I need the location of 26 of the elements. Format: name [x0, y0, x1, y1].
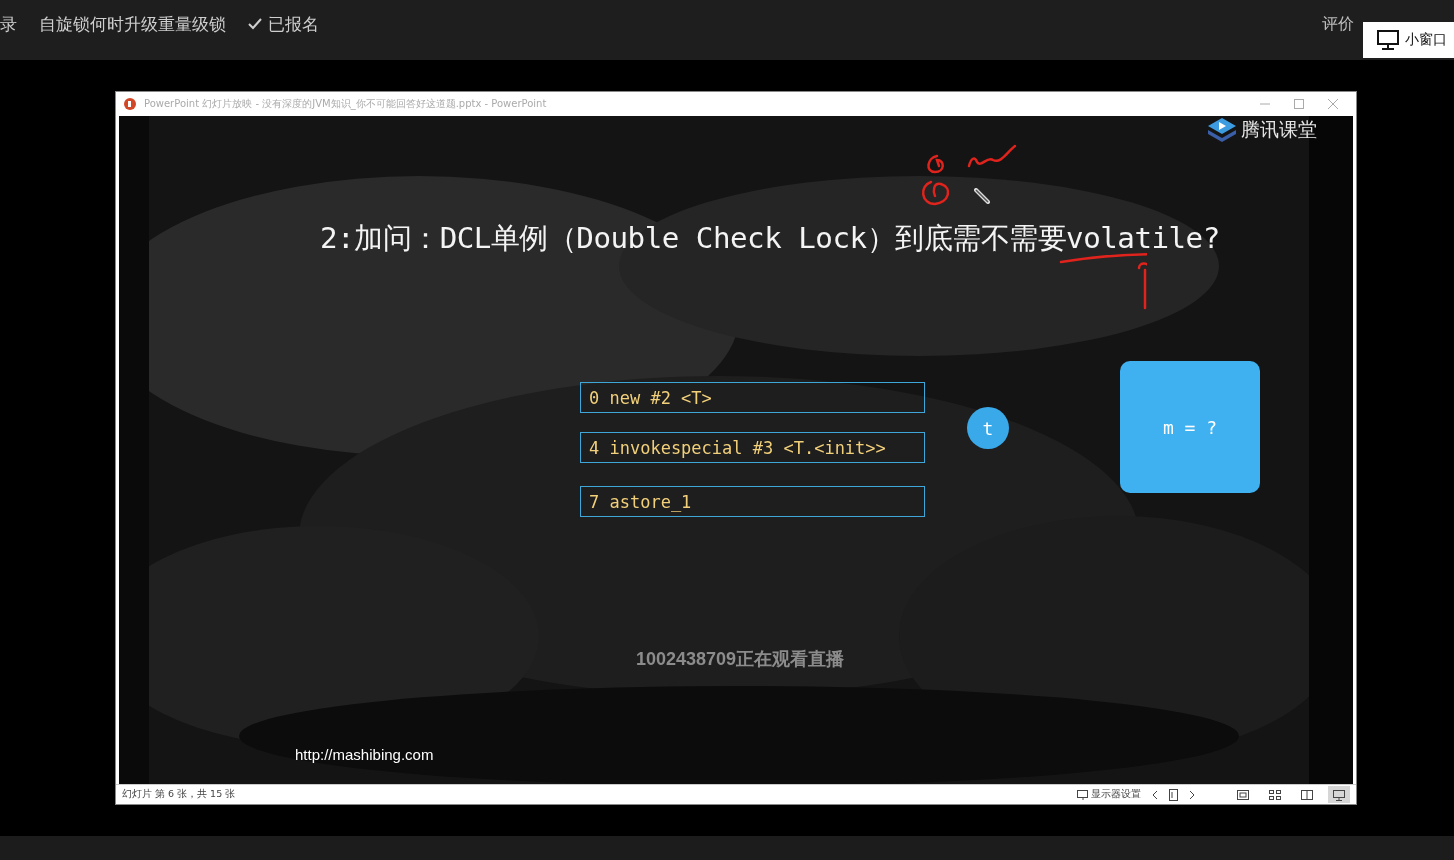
logo-icon — [1207, 117, 1237, 143]
nav-link[interactable]: 自旋锁何时升级重量级锁 — [39, 12, 226, 36]
object-node: m = ? — [1120, 361, 1260, 493]
nav-link[interactable]: 录 — [0, 12, 17, 36]
slide-counter: 幻灯片 第 6 张，共 15 张 — [122, 788, 236, 801]
pen-cursor-icon — [974, 188, 990, 204]
previous-icon[interactable] — [1151, 789, 1159, 800]
slide-menu-icon[interactable] — [1169, 788, 1178, 801]
mini-window-button[interactable]: 小窗口 — [1363, 22, 1454, 58]
grid-view-icon — [1268, 788, 1282, 801]
next-icon[interactable] — [1188, 789, 1196, 800]
slideshow-view-icon — [1332, 788, 1346, 801]
slide-title: 2:加问：DCL单例（Double Check Lock）到底需不需要volatile? — [320, 220, 1220, 257]
monitor-icon — [1377, 30, 1399, 50]
view-tab[interactable] — [1328, 786, 1350, 803]
reading-view-icon — [1300, 788, 1314, 801]
normal-view-icon — [1236, 788, 1250, 801]
display-settings-button[interactable]: 显示器设置 — [1077, 788, 1141, 801]
app-icon — [124, 98, 136, 110]
review-link[interactable]: 评价 — [1322, 14, 1354, 33]
window-title: PowerPoint 幻灯片放映 - 没有深度的JVM知识_你不可能回答好这道题.pptx - PowerPoint — [144, 97, 548, 111]
website-url: http://mashibing.com — [295, 746, 434, 763]
monitor-icon — [1077, 789, 1089, 800]
brand-name: 腾讯课堂 — [1241, 117, 1317, 142]
registered-label: 已报名 — [268, 12, 319, 36]
viewer-count: 1002438709正在观看直播 — [636, 648, 845, 671]
